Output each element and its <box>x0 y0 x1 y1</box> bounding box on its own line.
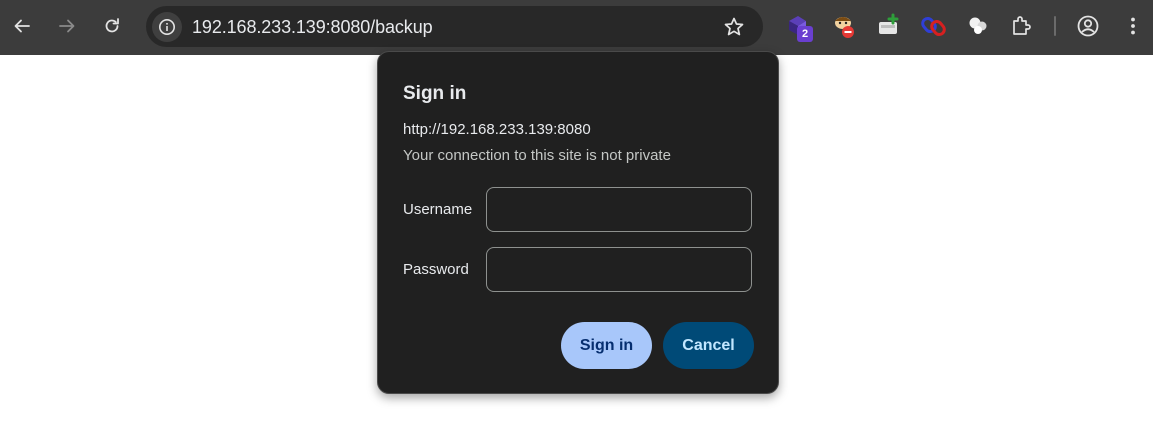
back-arrow-icon <box>14 19 30 33</box>
username-field[interactable] <box>486 187 752 232</box>
dialog-origin: http://192.168.233.139:8080 <box>403 121 591 138</box>
dialog-title: Sign in <box>403 83 467 104</box>
link-chain-icon <box>921 16 946 37</box>
reload-icon <box>105 18 119 33</box>
extension-purple-cube[interactable]: 2 <box>786 12 814 42</box>
forward-arrow-icon <box>59 19 75 33</box>
username-label: Username <box>403 201 473 218</box>
cancel-button[interactable]: Cancel <box>663 322 754 369</box>
hat-blocked-icon <box>835 17 854 38</box>
white-circles-icon <box>969 17 987 34</box>
profile-button[interactable] <box>1074 12 1102 40</box>
password-label: Password <box>403 261 469 278</box>
extensions-button[interactable] <box>1008 12 1036 40</box>
extensions-puzzle-icon <box>1013 16 1031 35</box>
sign-in-dialog: Sign in http://192.168.233.139:8080 Your… <box>377 51 779 394</box>
bookmark-star-icon[interactable] <box>722 15 746 39</box>
sign-in-button[interactable]: Sign in <box>561 322 652 369</box>
profile-icon <box>1077 15 1099 37</box>
extension-badge: 2 <box>797 26 813 42</box>
site-info-icon <box>159 19 175 35</box>
site-info-button[interactable] <box>152 12 182 42</box>
browser-toolbar: 192.168.233.139:8080/backup 2 <box>0 0 1153 55</box>
green-plus-box-icon <box>879 13 899 34</box>
more-menu-button[interactable] <box>1119 12 1147 40</box>
toolbar-separator <box>1054 16 1056 36</box>
extension-link-chain[interactable] <box>921 12 949 40</box>
back-button[interactable] <box>6 8 38 44</box>
forward-button[interactable] <box>51 8 83 44</box>
reload-button[interactable] <box>96 8 128 44</box>
address-bar[interactable]: 192.168.233.139:8080/backup <box>146 6 763 47</box>
more-menu-icon <box>1131 17 1135 35</box>
url-text[interactable]: 192.168.233.139:8080/backup <box>192 17 433 38</box>
extension-white-circles[interactable] <box>965 12 993 40</box>
extension-hat-blocked[interactable] <box>831 12 859 40</box>
password-field[interactable] <box>486 247 752 292</box>
connection-warning: Your connection to this site is not priv… <box>403 147 671 164</box>
extension-green-plus[interactable] <box>876 12 904 40</box>
